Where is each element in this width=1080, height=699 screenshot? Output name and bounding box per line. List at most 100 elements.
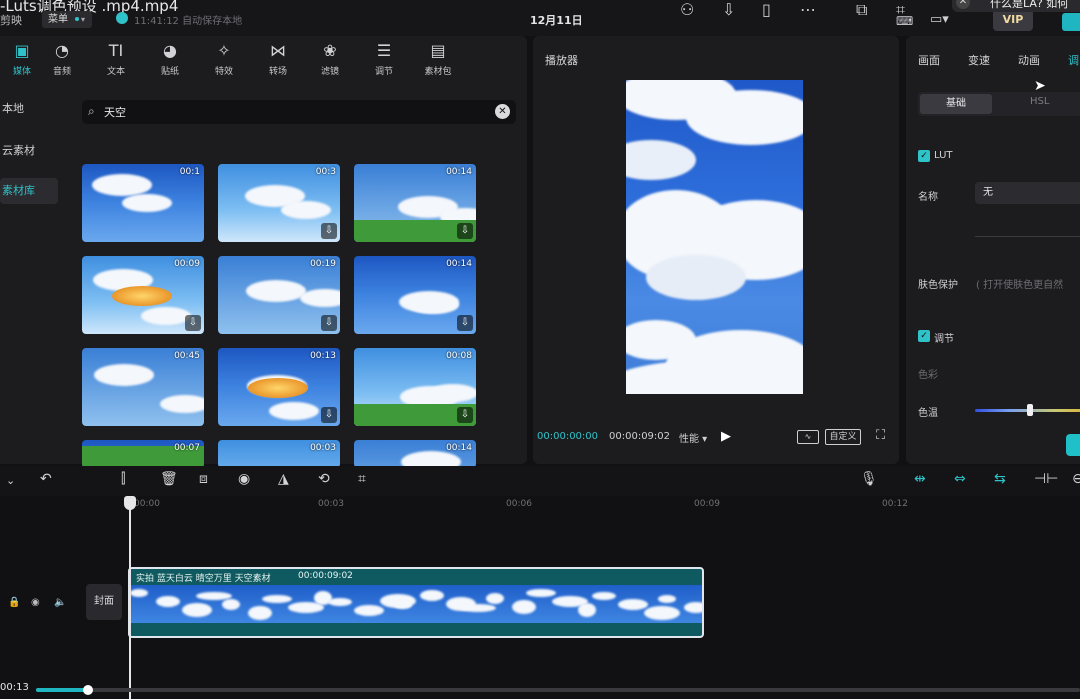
temperature-slider[interactable]: [975, 404, 1080, 416]
ratio-icon[interactable]: ▭▾: [930, 12, 949, 27]
zoom-icon[interactable]: ⊖: [1072, 471, 1080, 487]
segment-basic[interactable]: 基础: [920, 94, 992, 114]
search-input[interactable]: [104, 105, 484, 118]
freeze-icon[interactable]: ⧈: [199, 471, 208, 487]
timeline[interactable]: 00:00 00:03 00:06 00:09 00:12 🔒 ◉ 🔈 封面 实拍 蓝天…: [0, 496, 1080, 699]
side-item-local[interactable]: 本地: [0, 96, 58, 122]
microphone-icon[interactable]: 🎙: [860, 471, 878, 487]
download-icon[interactable]: ⇩: [457, 223, 473, 239]
media-thumbnail[interactable]: 00:07: [82, 440, 204, 468]
tab-picture[interactable]: 画面: [918, 52, 940, 68]
tab-package[interactable]: ▤ 素材包: [416, 40, 460, 80]
export-button[interactable]: [1062, 13, 1080, 31]
download-icon[interactable]: ⇩: [457, 407, 473, 423]
media-thumbnail[interactable]: 00:14: [354, 440, 476, 468]
tab-text[interactable]: TI 文本: [94, 40, 138, 80]
phone-icon[interactable]: ▯: [762, 0, 771, 19]
media-thumbnail[interactable]: 00:08 ⇩: [354, 348, 476, 426]
main-track-magnet-icon[interactable]: ⇹: [914, 471, 926, 487]
share-icon[interactable]: ⚇: [680, 0, 694, 19]
download-icon[interactable]: ⇩: [321, 407, 337, 423]
media-thumbnail[interactable]: 00:3 ⇩: [218, 164, 340, 242]
media-thumbnail[interactable]: 00:1: [82, 164, 204, 242]
more-icon[interactable]: ⋯: [800, 0, 816, 19]
lut-name-select[interactable]: 无: [975, 182, 1080, 204]
apply-button[interactable]: [1066, 434, 1080, 456]
mirror-icon[interactable]: ◮: [278, 471, 289, 487]
undo-icon[interactable]: ↶: [40, 471, 52, 487]
media-thumbnail[interactable]: 00:14 ⇩: [354, 164, 476, 242]
keyboard-icon[interactable]: ⌨: [896, 14, 913, 28]
lut-label: LUT: [934, 150, 953, 161]
media-thumbnail[interactable]: 00:45: [82, 348, 204, 426]
media-thumbnail[interactable]: 00:09 ⇩: [82, 256, 204, 334]
auto-snap-icon[interactable]: ⇔: [954, 471, 966, 487]
tab-speed[interactable]: 变速: [968, 52, 990, 68]
thumbnail-duration: 00:14: [446, 259, 472, 269]
performance-dropdown[interactable]: 性能 ▾: [679, 430, 707, 445]
reverse-play-icon[interactable]: ◉: [238, 471, 250, 487]
menu-button[interactable]: 菜单 ▾: [42, 11, 92, 28]
tab-label: 转场: [268, 67, 287, 77]
tab-label: 调节: [374, 67, 393, 77]
tab-filter[interactable]: ❀ 滤镜: [308, 40, 352, 80]
tab-label: 贴纸: [160, 67, 179, 77]
tab-animation[interactable]: 动画: [1018, 52, 1040, 68]
crop-icon[interactable]: ⌗: [358, 471, 366, 487]
delete-icon[interactable]: 🗑: [160, 471, 178, 487]
lut-checkbox[interactable]: ✓: [918, 150, 930, 162]
download-icon[interactable]: ⇩: [185, 315, 201, 331]
adjust-checkbox[interactable]: ✓: [918, 330, 930, 342]
filter-icon: ❀: [323, 41, 337, 60]
temperature-slider-handle[interactable]: [1027, 404, 1034, 416]
tab-transition[interactable]: ⋈ 转场: [256, 40, 300, 80]
search-icon: ⌕: [88, 104, 95, 118]
tab-audio[interactable]: ◔ 音频: [40, 40, 84, 80]
tab-adjust[interactable]: 调: [1068, 52, 1079, 68]
rotate-icon[interactable]: ⟲: [318, 471, 330, 487]
adjust-icon: ☰: [376, 41, 392, 60]
side-item-library[interactable]: 素材库: [0, 178, 58, 204]
color-label: 色彩: [918, 370, 938, 381]
tab-effects[interactable]: ✧ 特效: [202, 40, 246, 80]
segment-hsl[interactable]: HSL: [1030, 96, 1049, 107]
eye-icon[interactable]: ◉: [31, 597, 40, 608]
tab-media[interactable]: ▣ 媒体: [0, 40, 44, 80]
vip-badge[interactable]: VIP: [993, 9, 1033, 31]
scroll-track[interactable]: [36, 685, 1080, 695]
split-icon[interactable]: ⫿: [121, 471, 125, 487]
video-preview[interactable]: [626, 80, 803, 394]
scroll-handle[interactable]: [83, 685, 94, 695]
media-thumbnail[interactable]: 00:19 ⇩: [218, 256, 340, 334]
waveform-icon[interactable]: ∿: [797, 430, 819, 444]
chevron-down-icon[interactable]: ⌄: [6, 474, 15, 487]
preview-axis-icon[interactable]: ⊣⊢: [1034, 471, 1058, 487]
mute-icon[interactable]: 🔈: [54, 597, 66, 608]
linkage-icon[interactable]: ⇆: [994, 471, 1006, 487]
media-thumbnail[interactable]: 00:13 ⇩: [218, 348, 340, 426]
custom-ratio-button[interactable]: 自定义: [825, 429, 861, 445]
download-icon[interactable]: ⇩: [321, 223, 337, 239]
play-icon[interactable]: ▶: [721, 429, 731, 444]
help-popup[interactable]: ✕ 什么是LA? 如何: [952, 0, 1080, 12]
download-icon[interactable]: ⇩: [722, 0, 735, 19]
side-item-cloud[interactable]: 云素材: [0, 138, 58, 164]
thumbnail-duration: 00:09: [174, 259, 200, 269]
download-icon[interactable]: ⇩: [457, 315, 473, 331]
clear-search-icon[interactable]: ✕: [495, 104, 510, 119]
tab-adjust[interactable]: ☰ 调节: [362, 40, 406, 80]
cover-button[interactable]: 封面: [86, 584, 122, 620]
media-thumbnail[interactable]: 00:03: [218, 440, 340, 468]
lock-icon[interactable]: 🔒: [8, 597, 20, 608]
search-bar[interactable]: ⌕ ✕: [82, 100, 516, 124]
close-icon[interactable]: ✕: [956, 0, 970, 9]
download-icon[interactable]: ⇩: [321, 315, 337, 331]
player-title: 播放器: [545, 54, 578, 67]
media-thumbnail[interactable]: 00:14 ⇩: [354, 256, 476, 334]
layout-icon[interactable]: ⧉: [856, 0, 867, 20]
tab-sticker[interactable]: ◕ 贴纸: [148, 40, 192, 80]
playhead[interactable]: [124, 496, 136, 699]
fullscreen-icon[interactable]: ⛶: [876, 428, 885, 443]
video-clip[interactable]: 实拍 蓝天白云 晴空万里 天空素材 00:00:09:02: [128, 567, 704, 638]
scroll-bar[interactable]: 00:13: [0, 682, 1080, 699]
